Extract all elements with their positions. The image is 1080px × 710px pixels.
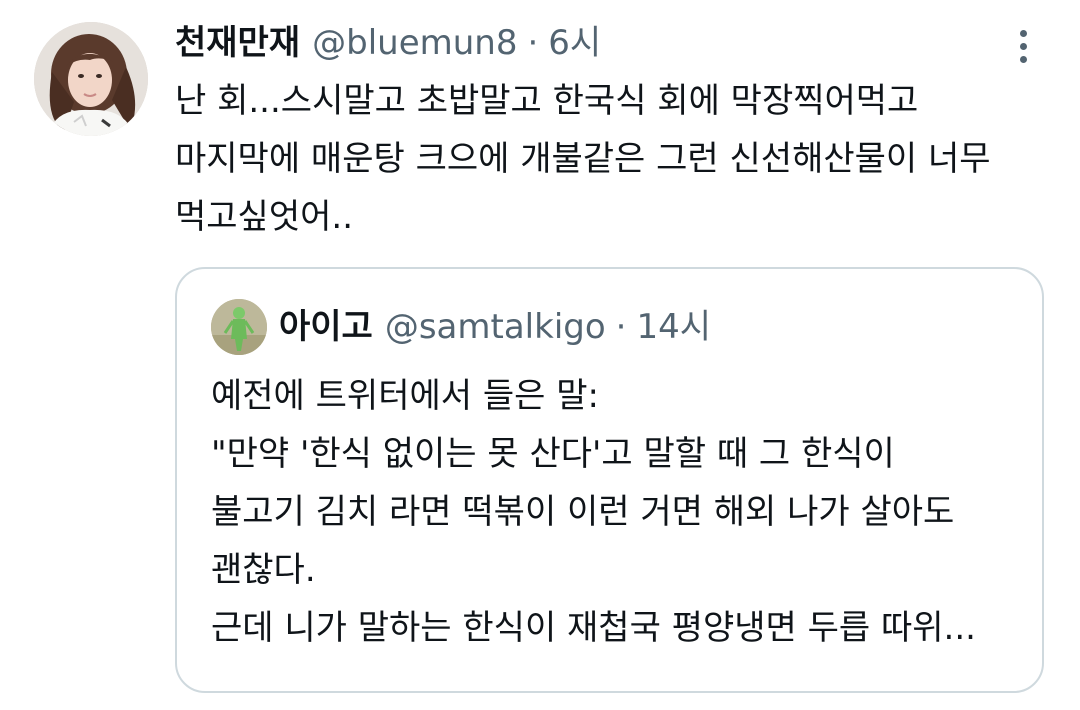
tweet-text: 난 회...스시말고 초밥말고 한국식 회에 막장찍어먹고 마지막에 매운탕 크… — [175, 72, 1055, 246]
quoted-text-line: 괜찮다. — [211, 550, 316, 590]
quoted-tweet-header: 아이고 @samtalkigo · 14시 — [279, 302, 711, 352]
quoted-timestamp[interactable]: 14시 — [636, 302, 711, 352]
tweet-header: 천재만재 @bluemun8 · 6시 — [175, 18, 601, 68]
quoted-profile-photo — [211, 299, 267, 355]
quoted-text-line: "만약 '한식 없이는 못 산다'고 말할 때 그 한식이 — [211, 434, 895, 474]
quoted-tweet-text: 예전에 트위터에서 들은 말: "만약 '한식 없이는 못 산다'고 말할 때 … — [211, 367, 1031, 657]
tweet-text-line: 난 회...스시말고 초밥말고 한국식 회에 막장찍어먹고 — [175, 81, 919, 121]
user-handle[interactable]: @bluemun8 — [312, 18, 517, 68]
more-vertical-icon[interactable] — [1005, 24, 1041, 68]
tweet-text-line: 마지막에 매운탕 크으에 개불같은 그런 신선해산물이 너무 — [175, 139, 991, 179]
separator-dot: · — [527, 23, 539, 63]
tweet-text-line: 먹고싶엇어.. — [175, 197, 354, 237]
quoted-tweet[interactable]: 아이고 @samtalkigo · 14시 예전에 트위터에서 들은 말: "만… — [175, 267, 1044, 693]
quoted-text-line: 예전에 트위터에서 들은 말: — [211, 376, 599, 416]
quoted-text-line: 근데 니가 말하는 한식이 재첩국 평양냉면 두릅 따위... — [211, 608, 976, 648]
display-name[interactable]: 천재만재 — [175, 18, 300, 68]
quoted-text-line: 불고기 김치 라면 떡볶이 이런 거면 해외 나가 살아도 — [211, 492, 955, 532]
timestamp[interactable]: 6시 — [548, 18, 601, 68]
avatar[interactable] — [34, 22, 148, 136]
tweet[interactable]: 천재만재 @bluemun8 · 6시 난 회...스시말고 초밥말고 한국식 … — [0, 0, 1080, 710]
quoted-separator-dot: · — [615, 307, 627, 347]
quoted-display-name[interactable]: 아이고 — [279, 302, 373, 352]
quoted-avatar[interactable] — [211, 299, 267, 355]
profile-photo — [34, 22, 148, 136]
quoted-user-handle[interactable]: @samtalkigo — [385, 302, 606, 352]
